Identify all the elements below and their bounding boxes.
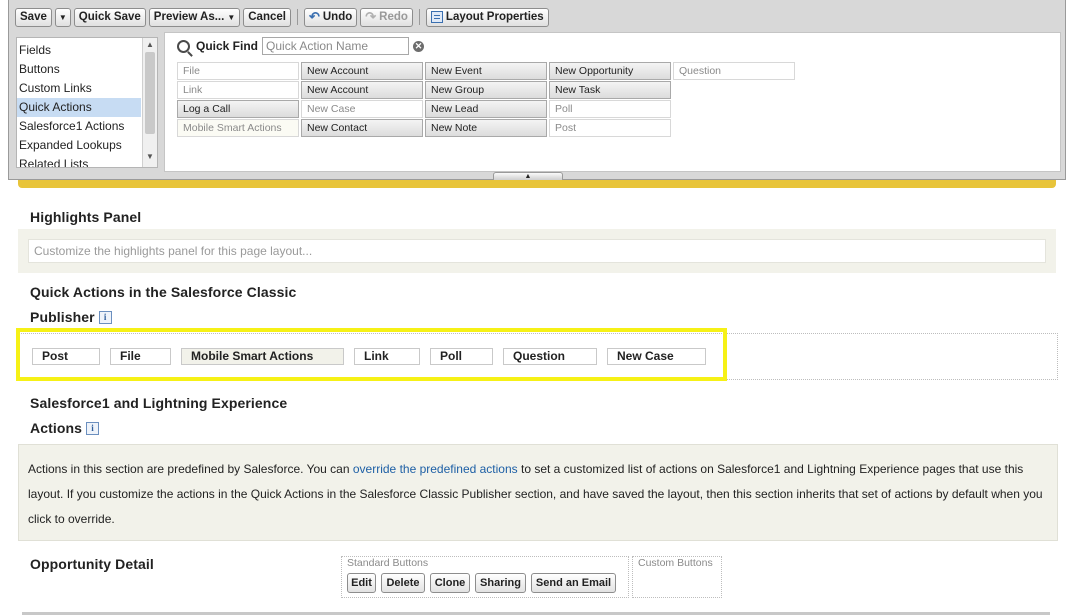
highlights-panel-title: Highlights Panel [30, 209, 142, 225]
palette-action-log-a-call[interactable]: Log a Call [177, 100, 299, 118]
layout-toolbar: Save ▼ Quick Save Preview As... ▼ Cancel … [15, 7, 549, 27]
category-related-lists[interactable]: Related Lists [17, 155, 141, 167]
quick-actions-palette: Quick Find ✕ FileNew AccountNew EventNew… [164, 32, 1061, 172]
classic-publisher-title-line1: Quick Actions in the Salesforce Classic [30, 284, 297, 300]
quick-find: Quick Find ✕ [177, 37, 425, 55]
category-items: Fields Buttons Custom Links Quick Actions Sa… [17, 41, 141, 167]
info-icon[interactable]: i [98, 311, 112, 324]
standard-buttons-group: Standard Buttons Edit Delete Clone Sharing S… [341, 556, 629, 598]
highlights-panel-placeholder[interactable]: Customize the highlights panel for this … [28, 239, 1046, 263]
custom-buttons-label: Custom Buttons [638, 557, 713, 569]
chevron-up-icon: ▲ [524, 173, 532, 180]
section-header-strip [18, 180, 1056, 188]
category-expanded-lookups[interactable]: Expanded Lookups [17, 136, 141, 155]
opportunity-detail-title: Opportunity Detail [30, 556, 154, 572]
redo-button[interactable]: ↷ Redo [360, 7, 413, 27]
scroll-up-icon[interactable]: ▲ [143, 40, 157, 52]
edit-button[interactable]: Edit [347, 573, 376, 593]
palette-action-new-account[interactable]: New Account [301, 62, 423, 80]
palette-action-file[interactable]: File [177, 62, 299, 80]
search-icon [177, 39, 190, 53]
chevron-down-icon: ▼ [58, 12, 67, 22]
palette-action-new-event[interactable]: New Event [425, 62, 547, 80]
scrollbar-thumb[interactable] [145, 52, 155, 134]
publisher-action-mobile-smart-actions[interactable]: Mobile Smart Actions [181, 348, 344, 365]
category-quick-actions[interactable]: Quick Actions [17, 98, 141, 117]
palette-action-mobile-smart-actions[interactable]: Mobile Smart Actions [177, 119, 299, 137]
palette-action-poll[interactable]: Poll [549, 100, 671, 118]
save-dropdown-button[interactable]: ▼ [54, 7, 71, 27]
redo-icon: ↷ [365, 9, 377, 24]
layout-properties-icon [430, 11, 443, 23]
override-predefined-actions-link[interactable]: override the predefined actions [353, 462, 518, 476]
custom-buttons-group: Custom Buttons [632, 556, 722, 598]
palette-empty-cell [673, 119, 795, 137]
palette-action-new-contact[interactable]: New Contact [301, 119, 423, 137]
publisher-action-poll[interactable]: Poll [430, 348, 493, 365]
lightning-actions-title-line1: Salesforce1 and Lightning Experience [30, 395, 288, 411]
palette-action-new-case[interactable]: New Case [301, 100, 423, 118]
delete-button[interactable]: Delete [381, 573, 425, 593]
undo-button[interactable]: ↶ Undo [303, 7, 358, 27]
save-button[interactable]: Save [15, 7, 52, 27]
publisher-action-file[interactable]: File [110, 348, 171, 365]
chevron-down-icon: ▼ [227, 12, 236, 22]
quick-actions-grid: File New Account New Event New Opportunity Q… [177, 62, 797, 138]
classic-publisher-actions: Post File Mobile Smart Actions Link Poll Ques… [32, 348, 706, 365]
lightning-actions-title-line2: Actions i [30, 420, 100, 436]
palette-action-new-group[interactable]: New Group [425, 81, 547, 99]
publisher-action-question[interactable]: Question [503, 348, 597, 365]
highlights-panel: Customize the highlights panel for this … [18, 229, 1056, 273]
toolbar-divider [418, 9, 420, 25]
toolbar-divider [296, 9, 298, 25]
palette-action-question[interactable]: Question [673, 62, 795, 80]
send-an-email-button[interactable]: Send an Email [531, 573, 616, 593]
quick-save-button[interactable]: Quick Save [73, 7, 146, 27]
standard-buttons-label: Standard Buttons [347, 557, 429, 569]
sharing-button[interactable]: Sharing [475, 573, 526, 593]
category-scrollbar[interactable]: ▲ ▼ [142, 38, 157, 167]
palette-resize-handle[interactable]: ▲ [493, 172, 563, 180]
palette-action-post[interactable]: Post [549, 119, 671, 137]
category-custom-links[interactable]: Custom Links [17, 79, 141, 98]
classic-publisher-title-line2: Publisher i [30, 309, 112, 325]
layout-properties-button[interactable]: Layout Properties [425, 7, 549, 27]
palette-action-new-lead[interactable]: New Lead [425, 100, 547, 118]
cancel-button[interactable]: Cancel [243, 7, 291, 27]
palette-action-new-note[interactable]: New Note [425, 119, 547, 137]
publisher-action-new-case[interactable]: New Case [607, 348, 706, 365]
category-buttons[interactable]: Buttons [17, 60, 141, 79]
quick-find-label: Quick Find [196, 39, 259, 53]
palette-action-new-task[interactable]: New Task [549, 81, 671, 99]
publisher-action-link[interactable]: Link [354, 348, 420, 365]
lightning-actions-description: Actions in this section are predefined b… [18, 444, 1058, 541]
category-fields[interactable]: Fields [17, 41, 141, 60]
info-icon[interactable]: i [86, 422, 100, 435]
clear-search-icon[interactable]: ✕ [413, 40, 425, 52]
undo-icon: ↶ [308, 9, 320, 24]
quick-find-input[interactable] [262, 37, 410, 55]
clone-button[interactable]: Clone [430, 573, 470, 593]
scroll-down-icon[interactable]: ▼ [143, 152, 157, 164]
palette-action-new-account[interactable]: New Account [301, 81, 423, 99]
layout-palette: Save ▼ Quick Save Preview As... ▼ Cancel … [8, 0, 1066, 180]
publisher-action-post[interactable]: Post [32, 348, 100, 365]
palette-empty-cell [673, 100, 795, 118]
palette-empty-cell [673, 81, 795, 99]
category-salesforce1-actions[interactable]: Salesforce1 Actions [17, 117, 141, 136]
palette-action-new-opportunity[interactable]: New Opportunity [549, 62, 671, 80]
palette-action-link[interactable]: Link [177, 81, 299, 99]
preview-as-button[interactable]: Preview As... ▼ [148, 7, 241, 27]
palette-category-list: Fields Buttons Custom Links Quick Actions Sa… [16, 37, 158, 168]
